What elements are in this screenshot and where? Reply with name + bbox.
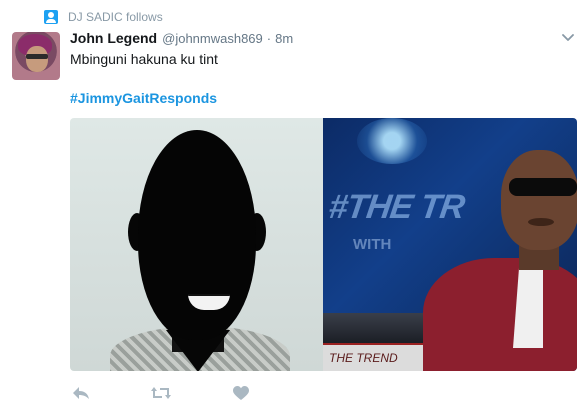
tweet-media[interactable]: #THE TR WITH THE TREND bbox=[70, 118, 577, 371]
like-button[interactable] bbox=[230, 382, 252, 404]
tweet-text: Mbinguni hakuna ku tint bbox=[70, 51, 218, 67]
social-context-text: DJ SADIC follows bbox=[68, 10, 163, 24]
media-left-panel bbox=[70, 118, 323, 371]
avatar[interactable] bbox=[12, 32, 60, 80]
chevron-down-icon[interactable] bbox=[562, 32, 574, 44]
man-sunglasses bbox=[509, 178, 577, 196]
reply-button[interactable] bbox=[70, 382, 92, 404]
author-name[interactable]: John Legend bbox=[70, 30, 157, 46]
man-mouth bbox=[528, 218, 554, 226]
lower-third-label: THE TREND bbox=[329, 351, 398, 365]
follow-person-icon bbox=[44, 10, 58, 24]
tweet-actions bbox=[70, 382, 310, 404]
author-handle[interactable]: @johnmwash869 bbox=[162, 31, 263, 46]
like-heart-icon bbox=[233, 385, 249, 400]
hashtag-link[interactable]: #JimmyGaitResponds bbox=[70, 90, 217, 106]
reply-icon bbox=[73, 387, 89, 399]
lower-third-bar: THE TREND bbox=[323, 343, 423, 371]
man-jacket bbox=[423, 258, 577, 371]
avatar-glasses bbox=[26, 54, 48, 59]
media-right-panel: #THE TR WITH THE TREND bbox=[323, 118, 577, 371]
tweet-timestamp[interactable]: 8m bbox=[275, 31, 293, 46]
studio-screen-text: #THE TR bbox=[326, 188, 467, 226]
studio-screen-sub: WITH bbox=[353, 236, 392, 253]
retweet-icon bbox=[151, 387, 171, 399]
separator-dot: · bbox=[266, 31, 272, 46]
tweet-header: John Legend @johnmwash869 · 8m bbox=[70, 30, 293, 48]
retweet-button[interactable] bbox=[150, 382, 172, 404]
man-head bbox=[501, 150, 577, 250]
tweet-card[interactable]: DJ SADIC follows John Legend @johnmwash8… bbox=[0, 0, 587, 411]
social-context: DJ SADIC follows bbox=[44, 8, 163, 26]
avatar-face bbox=[26, 46, 48, 72]
studio-light bbox=[357, 118, 427, 164]
